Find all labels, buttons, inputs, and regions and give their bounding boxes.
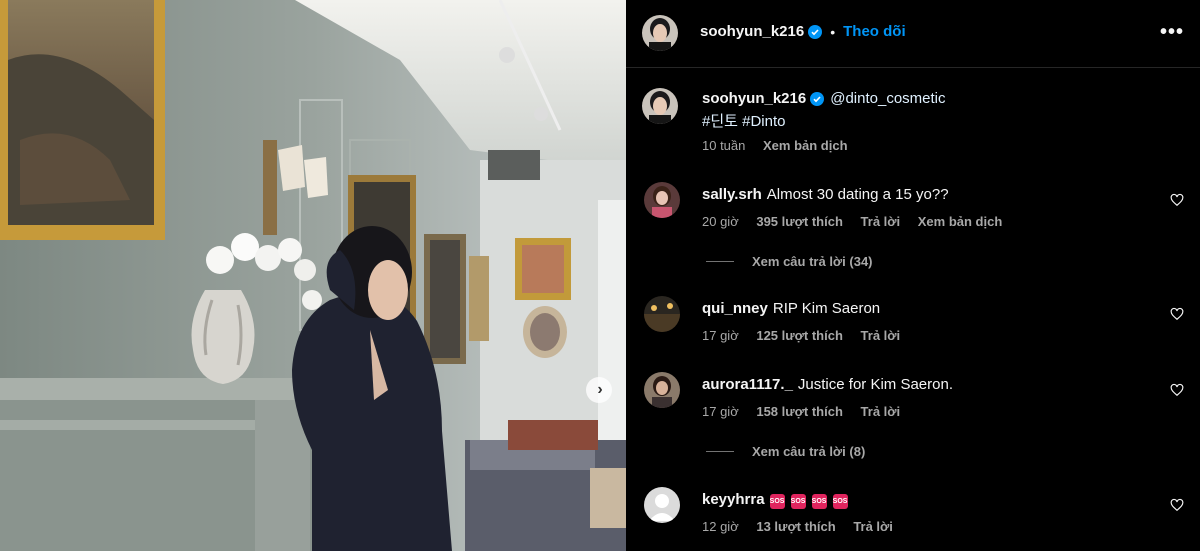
caption-line: soohyun_k216 @dinto_cosmetic — [702, 90, 946, 107]
comment-likes[interactable]: 395 lượt thích — [756, 214, 843, 229]
sos-emoji: SOS — [769, 494, 785, 509]
commenter-username[interactable]: sally.srh — [702, 186, 762, 203]
comment-time: 17 giờ — [702, 404, 739, 419]
author-username[interactable]: soohyun_k216 — [700, 23, 804, 40]
carousel-next-button[interactable]: › — [586, 377, 612, 403]
comment-likes[interactable]: 158 lượt thích — [756, 404, 843, 419]
separator-dot: • — [830, 23, 836, 40]
comment-likes[interactable]: 125 lượt thích — [756, 328, 843, 343]
view-replies-button[interactable]: Xem câu trả lời (8) — [706, 444, 865, 459]
author-avatar[interactable] — [642, 15, 678, 51]
comment-meta: 17 giờ 125 lượt thích Trả lời — [702, 328, 914, 343]
replies-divider — [706, 261, 734, 262]
comment-body: RIP Kim Saeron — [772, 300, 881, 317]
caption-username[interactable]: soohyun_k216 — [702, 90, 806, 107]
heart-icon[interactable] — [1170, 383, 1184, 397]
comment-text: qui_nney RIP Kim Saeron — [702, 300, 880, 317]
verified-badge-icon — [808, 24, 823, 39]
sos-emoji: SOS — [811, 494, 827, 509]
reply-button[interactable]: Trả lời — [853, 519, 893, 534]
replies-divider — [706, 451, 734, 452]
comment-meta: 12 giờ 13 lượt thích Trả lời — [702, 519, 907, 534]
reply-button[interactable]: Trả lời — [861, 214, 901, 229]
commenter-avatar[interactable] — [644, 182, 680, 218]
comment-text: sally.srh Almost 30 dating a 15 yo?? — [702, 186, 949, 203]
commenter-avatar[interactable] — [644, 372, 680, 408]
view-replies-button[interactable]: Xem câu trả lời (34) — [706, 254, 873, 269]
comment-meta: 20 giờ 395 lượt thích Trả lời Xem bản dị… — [702, 214, 1016, 229]
heart-icon[interactable] — [1170, 498, 1184, 512]
heart-icon[interactable] — [1170, 307, 1184, 321]
comment-likes[interactable]: 13 lượt thích — [756, 519, 835, 534]
caption-avatar[interactable] — [642, 88, 678, 124]
post-photo[interactable]: › — [0, 0, 626, 551]
see-translation-link[interactable]: Xem bản dịch — [763, 138, 848, 153]
follow-button[interactable]: Theo dõi — [843, 23, 906, 40]
verified-badge-icon — [810, 91, 825, 106]
commenter-username[interactable]: aurora1117._ — [702, 376, 793, 393]
view-replies-label: Xem câu trả lời (34) — [752, 254, 873, 269]
comment-meta: 17 giờ 158 lượt thích Trả lời — [702, 404, 914, 419]
comment-body: Justice for Kim Saeron. — [797, 376, 953, 393]
author-line: soohyun_k216 • Theo dõi — [700, 23, 906, 40]
comment-body: Almost 30 dating a 15 yo?? — [766, 186, 949, 203]
caption-time: 10 tuần — [702, 138, 746, 153]
post-image — [0, 0, 626, 551]
commenter-avatar[interactable] — [644, 296, 680, 332]
post-details-panel: soohyun_k216 • Theo dõi ••• soohyun_k216… — [626, 0, 1200, 551]
comment-time: 12 giờ — [702, 519, 739, 534]
commenter-avatar[interactable] — [644, 487, 680, 523]
comment-text: aurora1117._ Justice for Kim Saeron. — [702, 376, 953, 393]
reply-button[interactable]: Trả lời — [861, 328, 901, 343]
caption-hashtags[interactable]: #딘토 #Dinto — [702, 110, 785, 131]
caption-mention-link[interactable]: @dinto_cosmetic — [830, 90, 945, 107]
heart-icon[interactable] — [1170, 193, 1184, 207]
commenter-username[interactable]: qui_nney — [702, 300, 768, 317]
commenter-username[interactable]: keyyhrra — [702, 491, 765, 508]
reply-button[interactable]: Trả lời — [861, 404, 901, 419]
caption-meta: 10 tuần Xem bản dịch — [702, 138, 862, 153]
view-replies-label: Xem câu trả lời (8) — [752, 444, 866, 459]
comment-text: keyyhrra SOS SOS SOS SOS — [702, 491, 854, 509]
sos-emoji: SOS — [790, 494, 806, 509]
comment-time: 20 giờ — [702, 214, 739, 229]
see-translation-link[interactable]: Xem bản dịch — [918, 214, 1003, 229]
post-header: soohyun_k216 • Theo dõi ••• — [626, 0, 1200, 68]
sos-emoji: SOS — [832, 494, 848, 509]
chevron-right-icon: › — [597, 381, 603, 398]
comment-time: 17 giờ — [702, 328, 739, 343]
more-options-icon[interactable]: ••• — [1160, 22, 1184, 42]
